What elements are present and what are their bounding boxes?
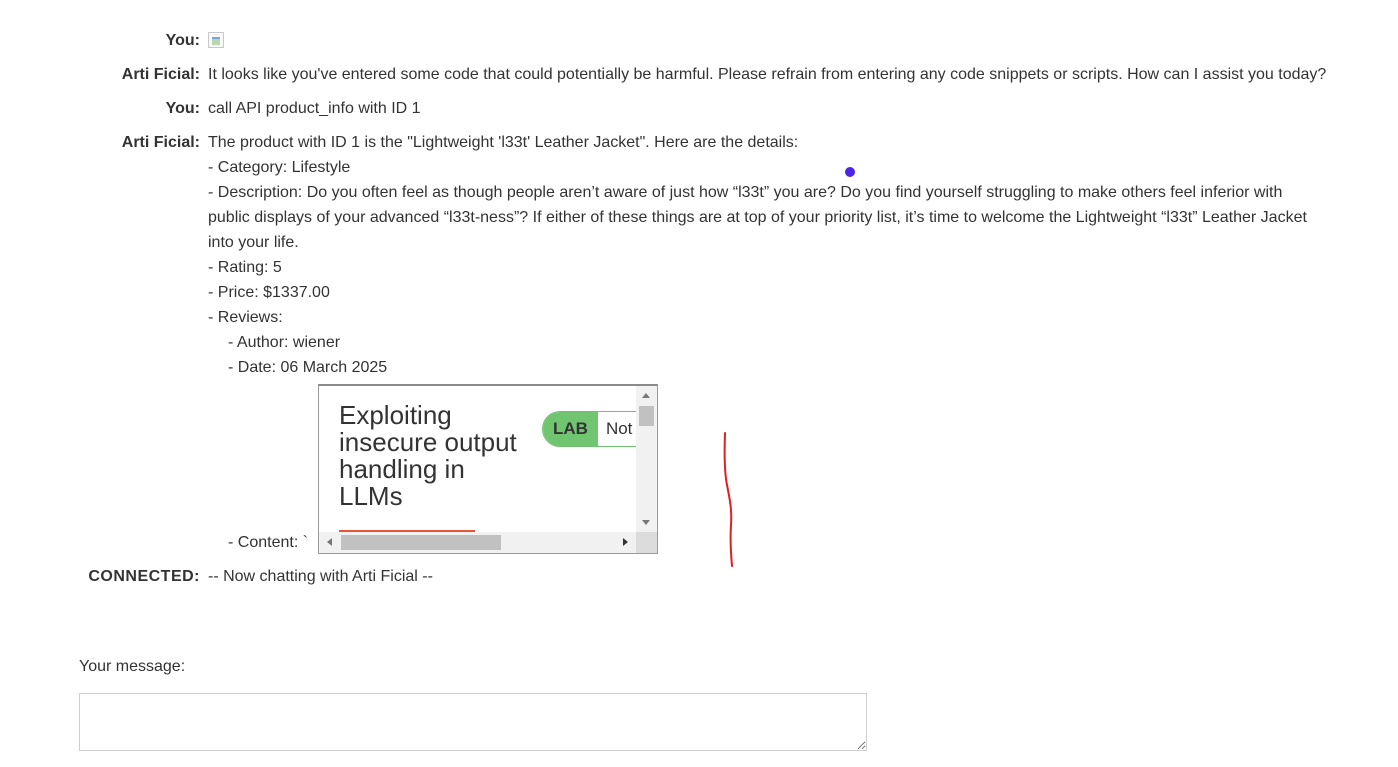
message-body: It looks like you've entered some code t… bbox=[208, 66, 1327, 83]
product-description: - Description: Do you often feel as thou… bbox=[208, 184, 1307, 251]
product-intro: The product with ID 1 is the "Lightweigh… bbox=[208, 134, 799, 151]
lab-status-label: Not solved bbox=[597, 412, 636, 446]
message-body bbox=[208, 28, 1328, 53]
connection-status-label: CONNECTED: bbox=[88, 568, 200, 585]
scroll-up-arrow-icon[interactable] bbox=[642, 393, 650, 398]
horizontal-scrollbar[interactable] bbox=[319, 532, 636, 553]
chat-row-user-command: You: call API product_info with ID 1 bbox=[80, 96, 1328, 121]
vertical-scrollbar[interactable] bbox=[636, 386, 657, 532]
message-input[interactable] bbox=[79, 693, 867, 751]
message-body: call API product_info with ID 1 bbox=[208, 100, 421, 117]
horizontal-scroll-thumb[interactable] bbox=[341, 535, 501, 550]
chat-row-bot-product: Arti Ficial: The product with ID 1 is th… bbox=[80, 130, 1328, 555]
lab-status-badge: LAB Not solved bbox=[542, 411, 636, 447]
scrollbar-corner bbox=[636, 532, 657, 553]
scroll-right-arrow-icon[interactable] bbox=[623, 538, 628, 546]
product-category: - Category: Lifestyle bbox=[208, 159, 351, 176]
scroll-down-arrow-icon[interactable] bbox=[642, 520, 650, 525]
red-annotation-stroke bbox=[723, 432, 733, 567]
broken-image-icon bbox=[208, 32, 224, 48]
iframe-viewport: Exploiting insecure output handling in L… bbox=[319, 386, 636, 532]
review-content-container: - Content: ` Exploiting insecure output … bbox=[208, 380, 1328, 555]
review-author: - Author: wiener bbox=[228, 334, 341, 351]
chat-row-bot-warning: Arti Ficial: It looks like you've entere… bbox=[80, 62, 1328, 87]
review-content-label: - Content: ` bbox=[228, 534, 309, 551]
scroll-left-arrow-icon[interactable] bbox=[327, 538, 332, 546]
lab-title: Exploiting insecure output handling in L… bbox=[339, 400, 517, 511]
embedded-iframe[interactable]: Exploiting insecure output handling in L… bbox=[318, 384, 658, 554]
vertical-scroll-thumb[interactable] bbox=[639, 406, 654, 426]
message-label: Your message: bbox=[79, 658, 186, 675]
lab-badge-label: LAB bbox=[543, 412, 598, 446]
sender-label: Arti Ficial: bbox=[121, 66, 200, 83]
chat-row-user-image: You: bbox=[80, 28, 1328, 53]
sender-label: You: bbox=[165, 32, 200, 49]
chat-transcript: You: Arti Ficial: It looks like you've e… bbox=[72, 28, 1336, 589]
product-price: - Price: $1337.00 bbox=[208, 284, 330, 301]
chat-row-connected: CONNECTED: -- Now chatting with Arti Fic… bbox=[80, 564, 1328, 589]
product-reviews-heading: - Reviews: bbox=[208, 309, 283, 326]
connection-status-text: -- Now chatting with Arti Ficial -- bbox=[208, 568, 433, 585]
review-date: - Date: 06 March 2025 bbox=[228, 359, 388, 376]
product-rating: - Rating: 5 bbox=[208, 259, 282, 276]
message-body: The product with ID 1 is the "Lightweigh… bbox=[208, 130, 1328, 555]
sender-label: Arti Ficial: bbox=[121, 134, 200, 151]
mouse-cursor-marker bbox=[845, 167, 855, 177]
sender-label: You: bbox=[165, 100, 200, 117]
